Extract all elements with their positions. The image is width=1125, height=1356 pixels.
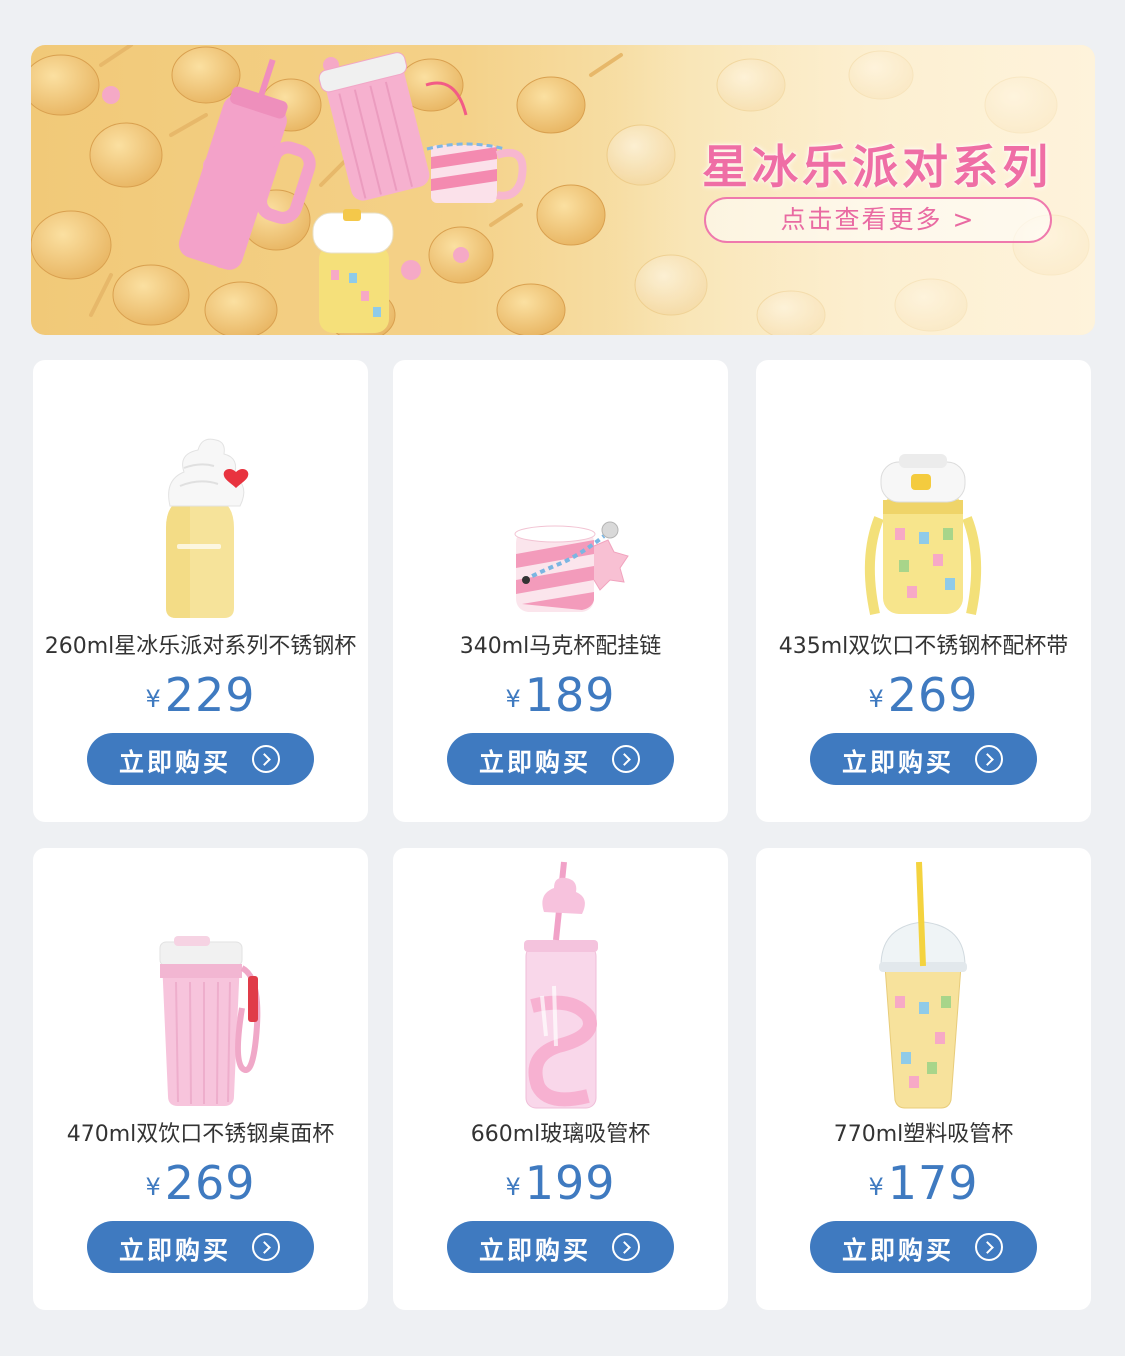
currency-symbol: ¥ <box>145 685 161 713</box>
buy-now-button[interactable]: 立即购买 <box>87 1221 314 1273</box>
product-card[interactable]: 770ml塑料吸管杯 ¥179 立即购买 <box>756 848 1091 1310</box>
product-price: ¥189 <box>393 668 728 722</box>
product-image-yellow-plastic-straw-cup[interactable] <box>823 856 1023 1110</box>
product-name[interactable]: 470ml双饮口不锈钢桌面杯 <box>33 1116 368 1148</box>
buy-now-button[interactable]: 立即购买 <box>810 1221 1037 1273</box>
promo-banner[interactable]: 星冰乐派对系列 点击查看更多 > <box>31 45 1095 335</box>
chevron-right-circle-icon <box>612 1233 640 1261</box>
product-card[interactable]: 435ml双饮口不锈钢杯配杯带 ¥269 立即购买 <box>756 360 1091 822</box>
product-name[interactable]: 340ml马克杯配挂链 <box>393 628 728 660</box>
chevron-right-circle-icon <box>612 745 640 773</box>
buy-now-label: 立即购买 <box>479 1236 592 1265</box>
product-image-pink-ribbed-tumbler[interactable] <box>100 856 300 1110</box>
chevron-right-circle-icon <box>975 745 1003 773</box>
product-card[interactable]: 470ml双饮口不锈钢桌面杯 ¥269 立即购买 <box>33 848 368 1310</box>
currency-symbol: ¥ <box>145 1173 161 1201</box>
product-image-yellow-bottle[interactable] <box>100 368 300 622</box>
product-image-yellow-tumbler-with-strap[interactable] <box>823 368 1023 622</box>
product-card[interactable]: 260ml星冰乐派对系列不锈钢杯 ¥229 立即购买 <box>33 360 368 822</box>
buy-now-label: 立即购买 <box>119 1236 232 1265</box>
buy-now-label: 立即购买 <box>479 748 592 777</box>
product-price: ¥269 <box>33 1156 368 1210</box>
product-image-pink-glass-straw-cup[interactable] <box>460 856 660 1110</box>
price-value: 199 <box>524 1156 616 1210</box>
buy-now-label: 立即购买 <box>842 1236 955 1265</box>
product-price: ¥229 <box>33 668 368 722</box>
chevron-right-circle-icon <box>252 1233 280 1261</box>
chevron-right-circle-icon <box>252 745 280 773</box>
price-value: 269 <box>164 1156 256 1210</box>
currency-symbol: ¥ <box>868 1173 884 1201</box>
product-name[interactable]: 770ml塑料吸管杯 <box>756 1116 1091 1148</box>
product-name[interactable]: 435ml双饮口不锈钢杯配杯带 <box>756 628 1091 660</box>
currency-symbol: ¥ <box>505 1173 521 1201</box>
buy-now-button[interactable]: 立即购买 <box>447 1221 674 1273</box>
price-value: 269 <box>887 668 979 722</box>
buy-now-label: 立即购买 <box>119 748 232 777</box>
buy-now-button[interactable]: 立即购买 <box>447 733 674 785</box>
price-value: 229 <box>164 668 256 722</box>
buy-now-button[interactable]: 立即购买 <box>87 733 314 785</box>
price-value: 179 <box>887 1156 979 1210</box>
product-card[interactable]: 660ml玻璃吸管杯 ¥199 立即购买 <box>393 848 728 1310</box>
currency-symbol: ¥ <box>868 685 884 713</box>
product-image-pink-mug[interactable] <box>460 368 660 622</box>
product-price: ¥199 <box>393 1156 728 1210</box>
product-price: ¥179 <box>756 1156 1091 1210</box>
product-price: ¥269 <box>756 668 1091 722</box>
product-name[interactable]: 660ml玻璃吸管杯 <box>393 1116 728 1148</box>
buy-now-label: 立即购买 <box>842 748 955 777</box>
currency-symbol: ¥ <box>505 685 521 713</box>
product-name[interactable]: 260ml星冰乐派对系列不锈钢杯 <box>33 628 368 660</box>
buy-now-button[interactable]: 立即购买 <box>810 733 1037 785</box>
price-value: 189 <box>524 668 616 722</box>
view-more-button[interactable]: 点击查看更多 > <box>704 197 1052 243</box>
product-card[interactable]: 340ml马克杯配挂链 ¥189 立即购买 <box>393 360 728 822</box>
banner-title: 星冰乐派对系列 <box>702 140 1052 194</box>
chevron-right-circle-icon <box>975 1233 1003 1261</box>
